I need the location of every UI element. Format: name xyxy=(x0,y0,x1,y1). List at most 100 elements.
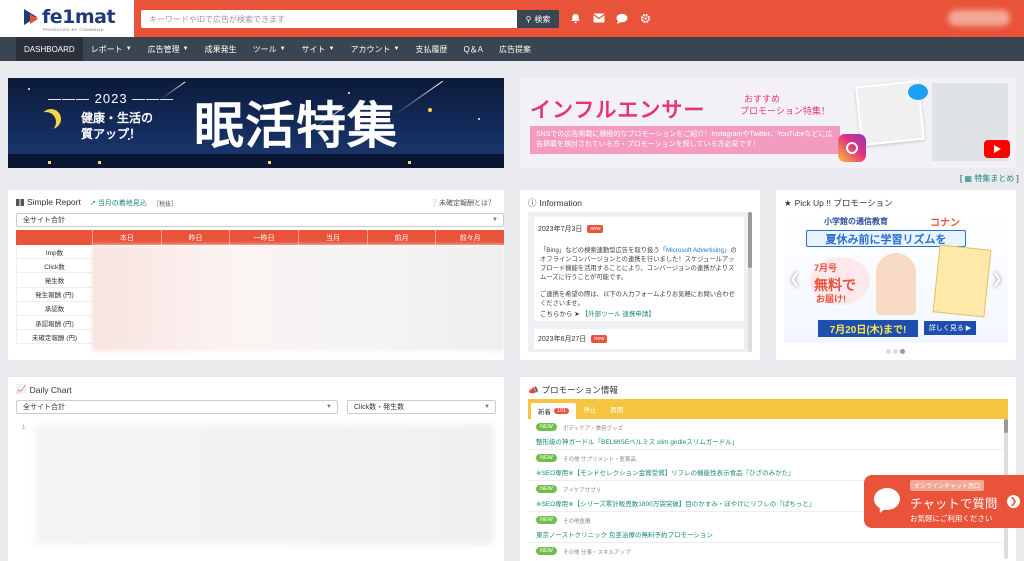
nav-label: Q＆A xyxy=(463,44,484,54)
banner-influencer-feature[interactable]: インフルエンサー おすすめ プロモーション特集！ SNSでの広告掲載に積極的なプ… xyxy=(520,78,1016,168)
caret-down-icon: ▼ xyxy=(393,46,400,52)
promotion-item[interactable]: NEW ボディケア・美容グッズ 整形級の神ガードル「BELMISEベルミス sl… xyxy=(528,419,1008,450)
column-header: 当月 xyxy=(298,230,367,245)
report-values-blurred xyxy=(92,245,504,351)
star-icon: ★ xyxy=(784,197,792,208)
simple-report-panel: Simple Report ↗ 当月の着地見込 ［税抜］ ❔未確定報酬とは？ 全… xyxy=(8,190,504,360)
slide-more-button[interactable]: 詳しく見る ▶ xyxy=(924,321,976,335)
megaphone-icon: 📣 xyxy=(528,384,539,395)
column-header: 本日 xyxy=(92,230,161,245)
search-button[interactable]: ⚲ 検索 xyxy=(517,10,559,28)
new-badge: NEW xyxy=(536,547,557,555)
search-icon: ⚲ xyxy=(525,14,532,24)
row-label: Click数 xyxy=(16,259,92,274)
carousel-prev-icon[interactable]: ❮ xyxy=(786,269,804,287)
count-badge: 101 xyxy=(554,408,570,414)
promotion-name[interactable]: 東京ノーストクリニック 包茎治療の無料予約プロモーション xyxy=(536,529,713,539)
banner-subtitle: おすすめ プロモーション特集！ xyxy=(740,94,830,116)
twitter-icon xyxy=(908,84,928,100)
nav-label: 支払履歴 xyxy=(415,44,448,54)
caret-down-icon: ▼ xyxy=(125,46,132,52)
star-decoration xyxy=(28,88,30,90)
promotion-category: その他 仕事・スキルアップ xyxy=(563,550,631,556)
promotion-info-panel: 📣 プロモーション情報 新着 101 停止 再開 NEW ボディケア・美容グッズ 整… xyxy=(520,377,1016,561)
promotion-category: その他 サプリメント・医薬品 xyxy=(563,457,637,463)
site-select[interactable]: 全サイト合計 ▼ xyxy=(16,213,504,227)
carousel-next-icon[interactable]: ❯ xyxy=(988,269,1006,287)
textbook-image xyxy=(932,244,992,318)
carousel-dot[interactable] xyxy=(886,349,891,354)
scrollbar-thumb[interactable] xyxy=(1004,419,1008,433)
promotion-tabs: 新着 101 停止 再開 xyxy=(528,399,1008,419)
search-input[interactable] xyxy=(141,10,517,28)
external-tool-link[interactable]: こちらから ➤ 【外部ツール 連携申請】 xyxy=(540,308,655,318)
nav-dashboard[interactable]: DASHBOARD xyxy=(16,37,83,61)
nav-payment-history[interactable]: 支払履歴 xyxy=(407,37,455,61)
banner-headline: 眠活特集 xyxy=(194,97,398,155)
star-decoration xyxy=(428,108,432,112)
moon-icon xyxy=(36,112,56,132)
nav-ad-proposal[interactable]: 広告提案 xyxy=(491,37,539,61)
column-header: 前月 xyxy=(366,230,436,245)
chat-support-widget[interactable]: オンラインチャット窓口 チャットで質問 ❯ お気軽にご利用ください xyxy=(864,475,1024,528)
nav-report[interactable]: レポート ▼ xyxy=(83,37,140,61)
chevron-down-icon: ▼ xyxy=(492,217,498,223)
caret-down-icon: ▼ xyxy=(182,46,189,52)
carousel-dot[interactable] xyxy=(893,349,898,354)
nav-site[interactable]: サイト ▼ xyxy=(294,37,343,61)
unconfirmed-help-link[interactable]: ❔未確定報酬とは？ xyxy=(430,198,495,208)
site-select[interactable]: 全サイト合計 ▼ xyxy=(16,400,338,414)
feature-summary-link[interactable]: [ ▦ 特集まとめ ] xyxy=(960,173,1019,184)
row-label: 発生数 xyxy=(16,273,92,288)
instagram-icon xyxy=(838,134,866,162)
nav-label: 成果発生 xyxy=(204,44,237,54)
table-icon xyxy=(16,198,24,206)
chart-axis-label: 1 xyxy=(22,425,26,431)
user-account-menu[interactable] xyxy=(948,10,1010,26)
tab-stopped[interactable]: 停止 xyxy=(576,402,603,416)
promotion-item[interactable]: NEW その他 仕事・スキルアップ xyxy=(528,543,1008,557)
new-badge: NEW xyxy=(536,485,557,493)
star-decoration xyxy=(478,118,480,120)
tab-resumed[interactable]: 再開 xyxy=(603,402,630,416)
pickup-panel: ★ Pick Up !! プロモーション 小学館の通信教育 コナン 夏休み前に学習… xyxy=(776,190,1016,360)
metric-select[interactable]: Click数・発生数 ▼ xyxy=(347,400,496,414)
chart-area-blurred xyxy=(34,425,494,545)
nav-account[interactable]: アカウント ▼ xyxy=(343,37,408,61)
tax-note: ［税抜］ xyxy=(153,202,178,208)
mail-icon[interactable] xyxy=(592,11,606,25)
new-badge: NEW xyxy=(536,516,557,524)
banner-sleep-feature[interactable]: ——— 2023 ——— 健康・生活の 質アップ！ 眠活特集 xyxy=(8,78,504,168)
scrollbar-thumb[interactable] xyxy=(748,212,752,268)
gear-icon[interactable] xyxy=(638,11,652,25)
slide-text: 小学館の通信教育 xyxy=(824,217,888,226)
promotion-name[interactable]: 整形級の神ガードル「BELMISEベルミス slim girdleスリムガードル… xyxy=(536,436,738,446)
information-list[interactable]: 2023年7月3日 new 「Bing」などの検索連動型広告を取り扱う「Micro… xyxy=(528,212,749,352)
new-badge: NEW xyxy=(536,454,557,462)
speech-bubble-icon xyxy=(874,488,900,510)
nav-conversions[interactable]: 成果発生 xyxy=(197,37,245,61)
promotion-name[interactable]: ※SEO専用※【モンドセレクション金賞受賞】リフレの機能性表示食品『ひざのみかた… xyxy=(536,467,795,477)
question-icon: ❔ xyxy=(430,200,439,207)
column-header: 前々月 xyxy=(435,230,504,245)
promotion-name[interactable]: ※SEO専用※【シリーズ累計販売数1800万袋突破】目のかすみ・ぼやけにリフレの… xyxy=(536,498,815,508)
bell-icon[interactable] xyxy=(568,11,582,25)
bar-chart-icon: 📈 xyxy=(16,384,27,394)
nav-label: アカウント xyxy=(350,44,391,54)
carousel-dot[interactable] xyxy=(900,349,905,354)
logo-subtext: PRODUCED BY COMMAND xyxy=(43,27,104,32)
chat-icon[interactable] xyxy=(615,11,629,25)
nav-ad-management[interactable]: 広告管理 ▼ xyxy=(140,37,197,61)
panel-title: 📈 Daily Chart xyxy=(16,384,72,395)
tab-new[interactable]: 新着 101 xyxy=(531,403,577,419)
pickup-carousel-slide[interactable]: 小学館の通信教育 コナン 夏休み前に学習リズムを 7月号 無料で お届け! 7月… xyxy=(784,211,1008,343)
new-badge: new xyxy=(591,335,608,343)
felmat-logo[interactable]: fe1mat PRODUCED BY COMMAND xyxy=(0,0,134,37)
nav-tools[interactable]: ツール ▼ xyxy=(245,37,294,61)
information-panel: ⓘ Information 2023年7月3日 new 「Bing」などの検索連動型… xyxy=(520,190,760,360)
nav-qa[interactable]: Q＆A xyxy=(455,37,491,61)
row-label: Imp数 xyxy=(16,245,92,260)
main-nav: DASHBOARD レポート ▼ 広告管理 ▼ 成果発生 ツール ▼ サイト ▼ アカウ… xyxy=(0,37,1024,61)
promotion-category: アイケアサプリ xyxy=(563,488,602,494)
forecast-link[interactable]: ↗ 当月の着地見込 xyxy=(90,198,147,208)
